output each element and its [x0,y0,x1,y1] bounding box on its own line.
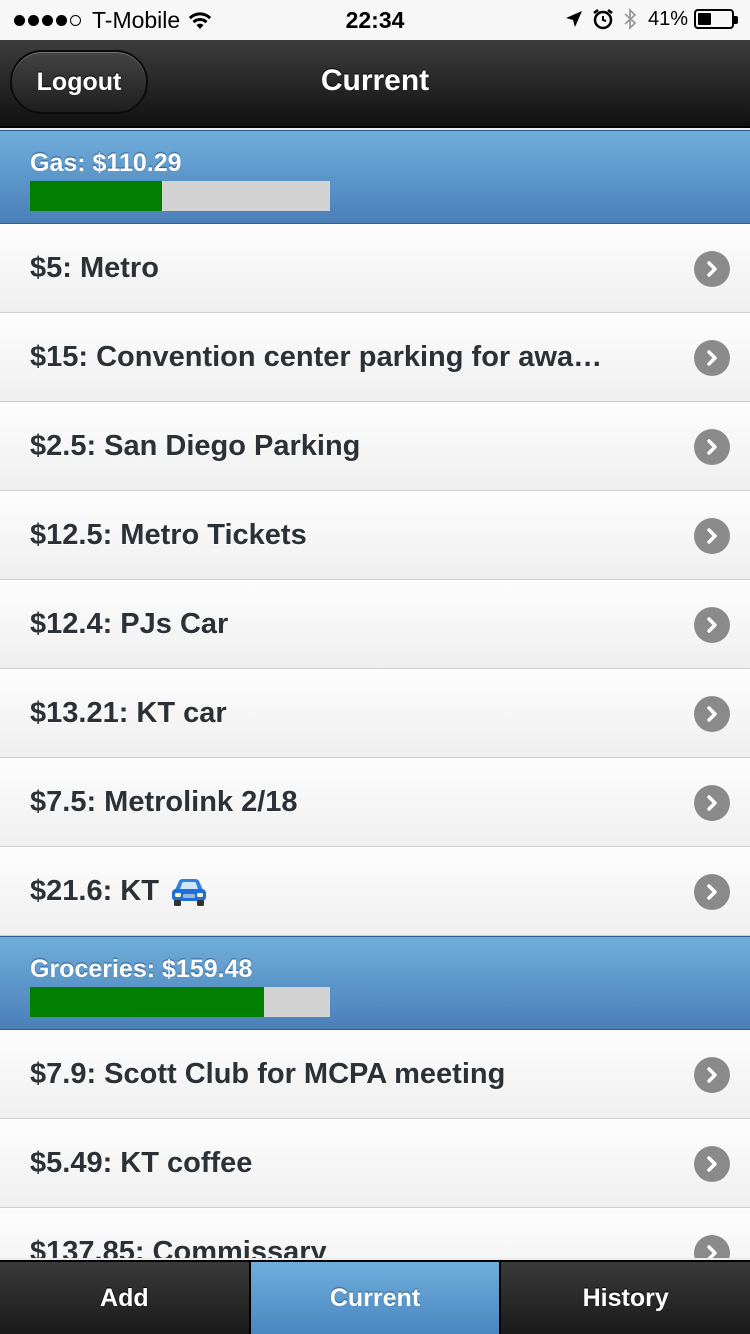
budget-progress-bar [30,987,330,1017]
list-item-label: $12.4: PJs Car [30,608,229,640]
chevron-right-icon [694,784,730,821]
list-item[interactable]: $5: Metro [0,224,750,313]
list-item-label: $21.6: KT [30,875,209,908]
group-title: Groceries: $159.48 [30,955,253,983]
list-item[interactable]: $137.85: Commissary [0,1208,750,1258]
chevron-right-icon [694,250,730,287]
chevron-right-icon [694,695,730,732]
list-item[interactable]: $2.5: San Diego Parking [0,402,750,491]
list-item-label: $2.5: San Diego Parking [30,430,361,462]
list-item[interactable]: $7.5: Metrolink 2/18 [0,758,750,847]
budget-progress-fill [30,987,264,1017]
list-item-label: $12.5: Metro Tickets [30,519,307,551]
nav-header: Logout Current [0,40,750,128]
list-item-label: $15: Convention center parking for awa… [30,341,603,373]
list-item-label: $7.5: Metrolink 2/18 [30,786,298,818]
list-item-label: $13.21: KT car [30,697,227,729]
tab-bar: Add Current History [0,1260,750,1334]
status-bar: T-Mobile 22:34 41% [0,0,750,40]
expense-list[interactable]: Gas: $110.29 $5: Metro $15: Convention c… [0,130,750,1258]
list-item[interactable]: $21.6: KT [0,847,750,936]
budget-progress-fill [30,181,162,211]
chevron-right-icon [694,517,730,554]
tab-current[interactable]: Current [250,1262,502,1334]
chevron-right-icon [694,428,730,465]
alarm-clock-icon [593,9,613,30]
app-screen: T-Mobile 22:34 41% Logout Current Gas: $… [0,0,750,1334]
tab-add[interactable]: Add [0,1262,251,1334]
list-item[interactable]: $15: Convention center parking for awa… [0,313,750,402]
list-item[interactable]: $5.49: KT coffee [0,1119,750,1208]
list-item-label: $5: Metro [30,252,159,284]
chevron-right-icon [694,1234,730,1258]
location-arrow-icon [565,11,582,27]
chevron-right-icon [694,606,730,643]
chevron-right-icon [694,1056,730,1093]
group-header-groceries: Groceries: $159.48 [0,936,750,1030]
list-item-text: $21.6: KT [30,874,159,907]
chevron-right-icon [694,339,730,376]
bluetooth-icon [624,8,637,30]
chevron-right-icon [694,1145,730,1182]
budget-progress-bar [30,181,330,211]
list-item[interactable]: $12.4: PJs Car [0,580,750,669]
list-item[interactable]: $7.9: Scott Club for MCPA meeting [0,1030,750,1119]
chevron-right-icon [694,873,730,910]
group-title: Gas: $110.29 [30,149,182,177]
battery-percent: 41% [647,8,688,30]
list-item-label: $5.49: KT coffee [30,1147,253,1179]
list-item[interactable]: $13.21: KT car [0,669,750,758]
group-header-gas: Gas: $110.29 [0,130,750,224]
list-item-label: $137.85: Commissary [30,1236,327,1258]
car-emoji-icon [171,879,206,907]
battery-icon [694,9,738,29]
status-right: 41% [564,7,738,31]
page-title: Current [320,64,430,97]
list-item[interactable]: $12.5: Metro Tickets [0,491,750,580]
list-item-label: $7.9: Scott Club for MCPA meeting [30,1058,506,1090]
tab-history[interactable]: History [501,1262,750,1334]
